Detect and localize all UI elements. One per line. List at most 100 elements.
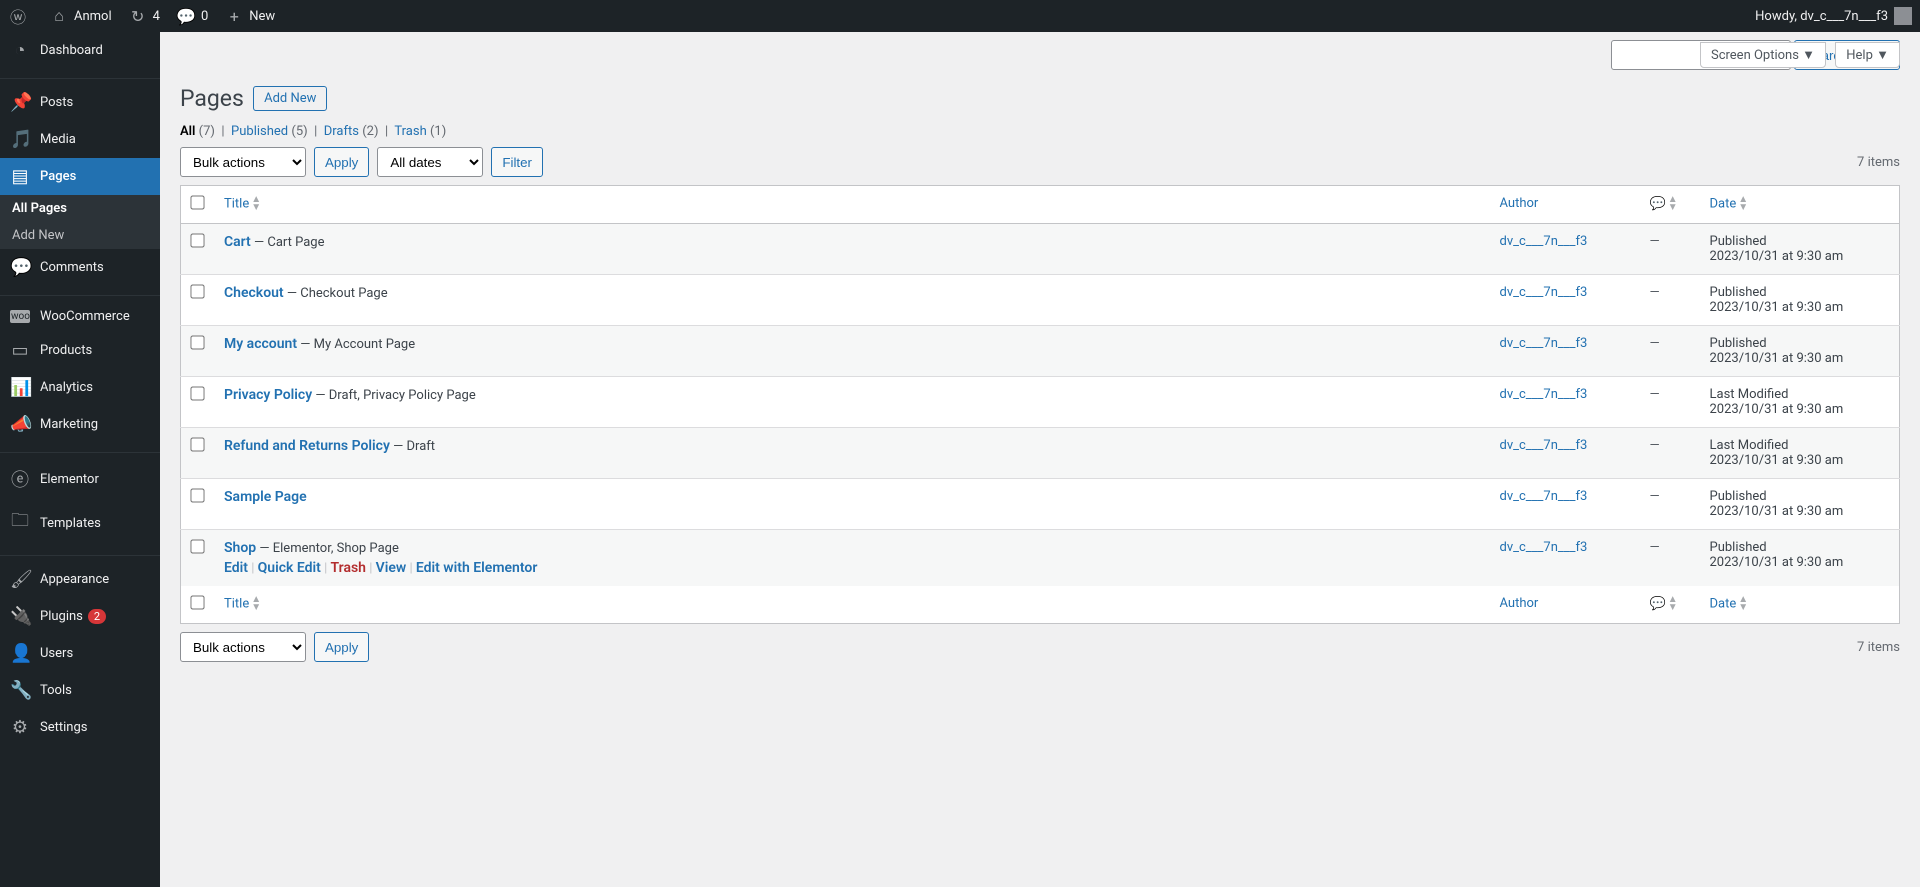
author-link[interactable]: dv_c___7n___f3 bbox=[1500, 438, 1588, 453]
row-quick-edit[interactable]: Quick Edit bbox=[258, 560, 321, 576]
menu-posts[interactable]: 📌Posts bbox=[0, 84, 160, 121]
col-comments-footer[interactable]: 💬▲▼ bbox=[1640, 586, 1700, 624]
menu-label: Products bbox=[40, 343, 92, 358]
col-date-header[interactable]: Date▲▼ bbox=[1700, 186, 1900, 224]
submenu-add-new[interactable]: Add New bbox=[0, 222, 160, 249]
menu-settings[interactable]: ⚙Settings bbox=[0, 709, 160, 746]
submenu-all-pages[interactable]: All Pages bbox=[0, 195, 160, 222]
new-content[interactable]: +New bbox=[216, 0, 283, 32]
filter-published[interactable]: Published (5) bbox=[231, 124, 308, 139]
plug-icon: 🔌 bbox=[10, 606, 30, 627]
filter-trash[interactable]: Trash (1) bbox=[394, 124, 446, 139]
page-title-link[interactable]: Checkout bbox=[224, 285, 284, 301]
menu-analytics[interactable]: 📊Analytics bbox=[0, 369, 160, 406]
apply-button[interactable]: Apply bbox=[314, 147, 369, 177]
menu-templates[interactable]: 🗀 Templates bbox=[0, 500, 160, 546]
menu-label: Plugins bbox=[40, 609, 83, 624]
date-state: Published bbox=[1710, 489, 1767, 504]
table-row: Privacy Policy — Draft, Privacy Policy P… bbox=[181, 377, 1900, 428]
col-title-footer[interactable]: Title▲▼ bbox=[214, 586, 1490, 624]
menu-elementor[interactable]: ⓔ Elementor bbox=[0, 458, 160, 500]
folder-icon: 🗀 bbox=[10, 508, 30, 538]
menu-media[interactable]: 🎵Media bbox=[0, 121, 160, 158]
add-new-button[interactable]: Add New bbox=[253, 86, 327, 111]
menu-dashboard[interactable]: ◔Dashboard bbox=[0, 32, 160, 69]
bulk-actions-select[interactable]: Bulk actions bbox=[180, 147, 306, 177]
menu-products[interactable]: ▭ Products bbox=[0, 332, 160, 369]
comments-value: — bbox=[1650, 285, 1660, 300]
avatar-icon bbox=[1894, 7, 1912, 25]
row-checkbox[interactable] bbox=[190, 386, 204, 400]
row-checkbox[interactable] bbox=[190, 488, 204, 502]
my-account[interactable]: Howdy, dv_c___7n___f3 bbox=[1747, 0, 1920, 32]
screen-options-button[interactable]: Screen Options ▼ bbox=[1700, 42, 1826, 68]
tablenav-bottom: Bulk actions Apply 7 items bbox=[180, 632, 1900, 662]
menu-tools[interactable]: 🔧Tools bbox=[0, 672, 160, 709]
select-all-checkbox[interactable] bbox=[190, 195, 204, 209]
page-title-link[interactable]: Privacy Policy bbox=[224, 387, 312, 403]
filter-button[interactable]: Filter bbox=[491, 147, 543, 177]
table-row: Cart — Cart Pagedv_c___7n___f3—Published… bbox=[181, 224, 1900, 275]
menu-label: Tools bbox=[40, 683, 72, 698]
elementor-icon: ⓔ bbox=[10, 466, 30, 492]
row-checkbox[interactable] bbox=[190, 437, 204, 451]
page-title-link[interactable]: Refund and Returns Policy bbox=[224, 438, 390, 454]
menu-label: Analytics bbox=[40, 380, 93, 395]
sort-icon: ▲▼ bbox=[1738, 596, 1748, 612]
wp-logo[interactable]: ⓦ bbox=[0, 0, 41, 32]
menu-plugins[interactable]: 🔌Plugins2 bbox=[0, 598, 160, 635]
bulk-actions-select-bottom[interactable]: Bulk actions bbox=[180, 632, 306, 662]
col-date-footer[interactable]: Date▲▼ bbox=[1700, 586, 1900, 624]
author-link[interactable]: dv_c___7n___f3 bbox=[1500, 387, 1588, 402]
product-icon: ▭ bbox=[10, 340, 30, 361]
row-edit[interactable]: Edit bbox=[224, 560, 248, 576]
menu-users[interactable]: 👤Users bbox=[0, 635, 160, 672]
menu-label: Comments bbox=[40, 260, 104, 275]
help-button[interactable]: Help ▼ bbox=[1835, 42, 1900, 68]
select-all-checkbox-bottom[interactable] bbox=[190, 595, 204, 609]
author-link[interactable]: dv_c___7n___f3 bbox=[1500, 285, 1588, 300]
author-link[interactable]: dv_c___7n___f3 bbox=[1500, 234, 1588, 249]
sort-icon: ▲▼ bbox=[1738, 196, 1748, 212]
page-title-link[interactable]: Shop bbox=[224, 540, 256, 556]
status-filters: All (7) | Published (5) | Drafts (2) | T… bbox=[180, 124, 1900, 139]
row-edit-elementor[interactable]: Edit with Elementor bbox=[416, 560, 538, 576]
menu-comments[interactable]: 💬Comments bbox=[0, 249, 160, 286]
page-title-link[interactable]: Cart bbox=[224, 234, 251, 250]
apply-button-bottom[interactable]: Apply bbox=[314, 632, 369, 662]
tablenav-top: Bulk actions Apply All dates Filter 7 it… bbox=[180, 147, 1900, 177]
row-checkbox[interactable] bbox=[190, 284, 204, 298]
updates[interactable]: ↻4 bbox=[120, 0, 168, 32]
author-link[interactable]: dv_c___7n___f3 bbox=[1500, 489, 1588, 504]
date-state: Published bbox=[1710, 540, 1767, 555]
date-state: Published bbox=[1710, 285, 1767, 300]
comments-value: — bbox=[1650, 438, 1660, 453]
filter-all[interactable]: All (7) bbox=[180, 124, 215, 139]
date-filter-select[interactable]: All dates bbox=[377, 147, 483, 177]
row-checkbox[interactable] bbox=[190, 335, 204, 349]
comments-bubble[interactable]: 💬0 bbox=[168, 0, 216, 32]
menu-label: Templates bbox=[40, 516, 101, 531]
submenu-pages: All Pages Add New bbox=[0, 195, 160, 249]
col-author-footer: Author bbox=[1490, 586, 1640, 624]
col-title-header[interactable]: Title▲▼ bbox=[214, 186, 1490, 224]
update-icon: ↻ bbox=[128, 7, 148, 26]
row-checkbox[interactable] bbox=[190, 539, 204, 553]
user-icon: 👤 bbox=[10, 643, 30, 664]
author-link[interactable]: dv_c___7n___f3 bbox=[1500, 540, 1588, 555]
row-view[interactable]: View bbox=[376, 560, 407, 576]
comments-count: 0 bbox=[201, 9, 208, 24]
menu-label: Elementor bbox=[40, 472, 99, 487]
row-checkbox[interactable] bbox=[190, 233, 204, 247]
author-link[interactable]: dv_c___7n___f3 bbox=[1500, 336, 1588, 351]
row-trash[interactable]: Trash bbox=[331, 560, 366, 576]
page-title-link[interactable]: My account bbox=[224, 336, 297, 352]
page-title-link[interactable]: Sample Page bbox=[224, 489, 307, 505]
menu-pages[interactable]: ▤Pages bbox=[0, 158, 160, 195]
menu-woocommerce[interactable]: wooWooCommerce bbox=[0, 301, 160, 332]
filter-drafts[interactable]: Drafts (2) bbox=[324, 124, 379, 139]
site-name[interactable]: ⌂Anmol bbox=[41, 0, 120, 32]
col-comments-header[interactable]: 💬▲▼ bbox=[1640, 186, 1700, 224]
menu-appearance[interactable]: 🖌Appearance bbox=[0, 561, 160, 598]
menu-marketing[interactable]: 📣Marketing bbox=[0, 406, 160, 443]
